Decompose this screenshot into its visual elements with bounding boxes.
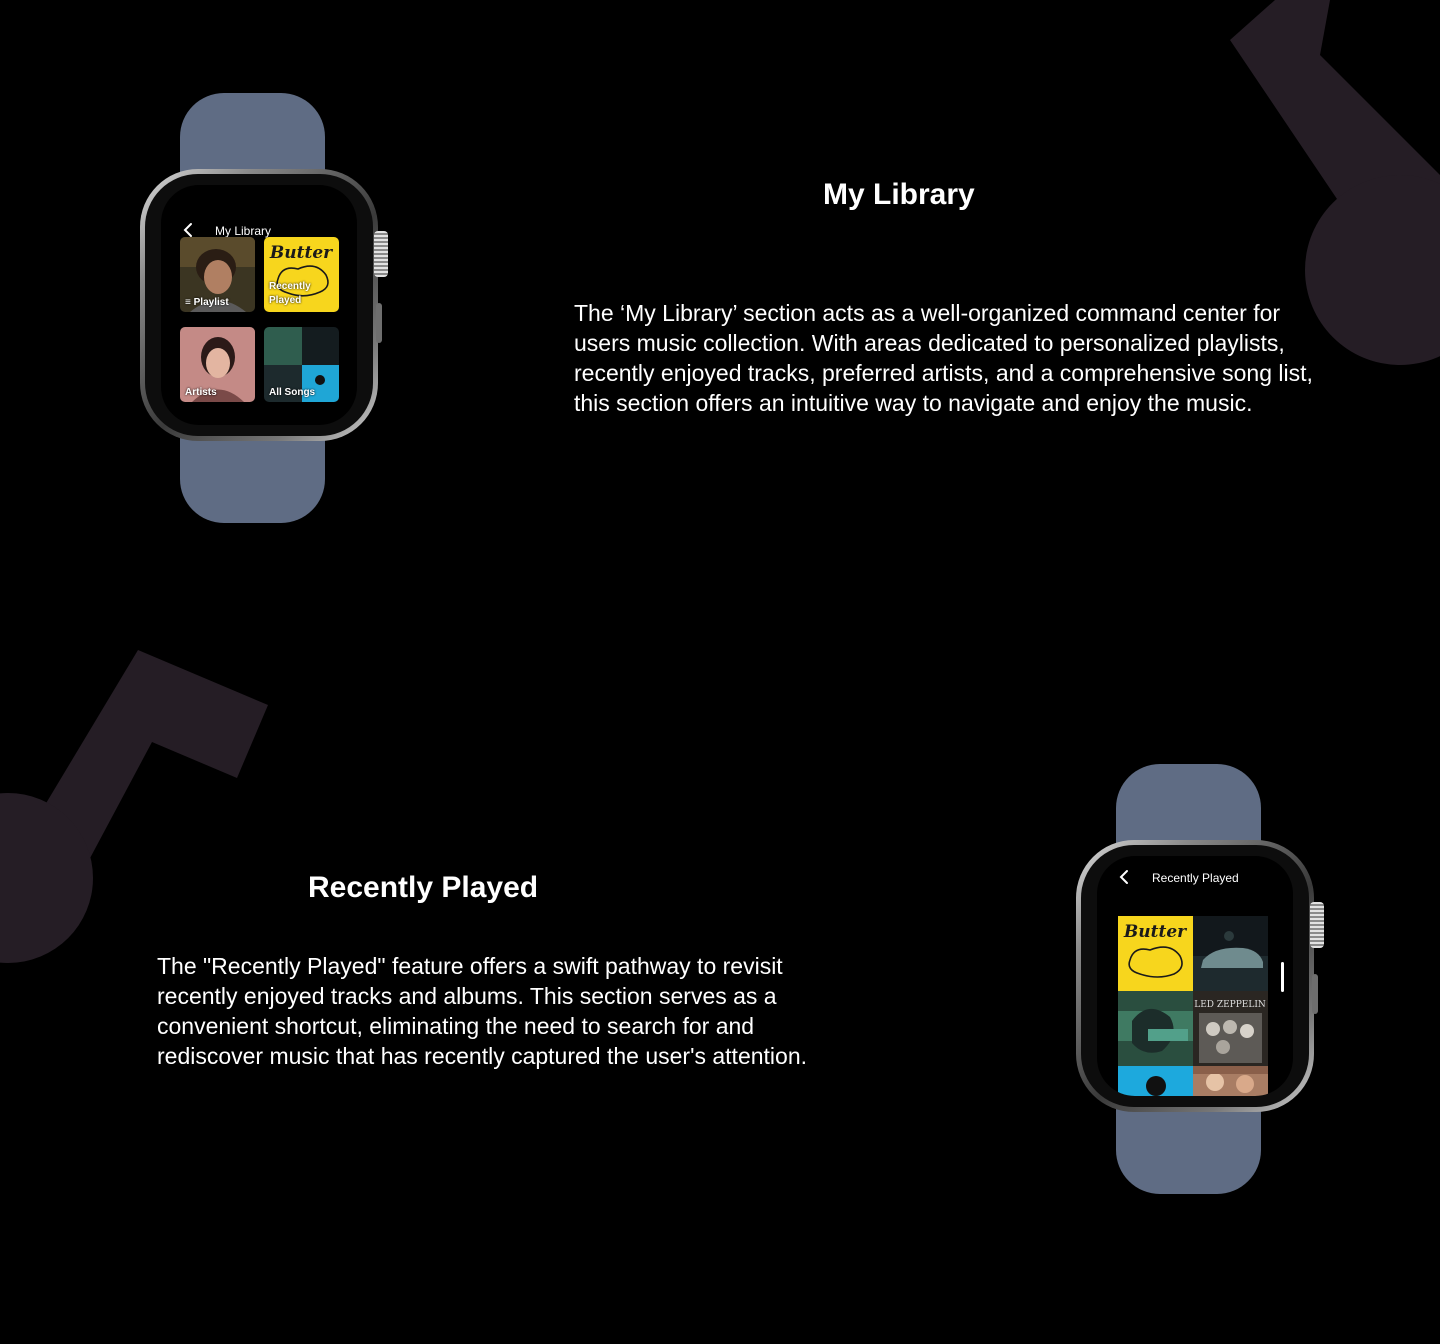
back-chevron-icon[interactable] — [1117, 868, 1131, 886]
watch-band-bottom — [180, 428, 325, 523]
description-my-library: The ‘My Library’ section acts as a well-… — [574, 300, 1313, 416]
digital-crown[interactable] — [1310, 902, 1324, 948]
description-recently-played: The "Recently Played" feature offers a s… — [157, 953, 807, 1069]
album-blue-sky[interactable] — [1118, 1066, 1193, 1096]
watch-screen: My Library ≡ Playlist Butter Recently Pl… — [161, 185, 357, 425]
butter-album-text: Butter — [269, 243, 333, 263]
tile-playlist[interactable]: ≡ Playlist — [180, 237, 255, 312]
tile-artists[interactable]: Artists — [180, 327, 255, 402]
heading-my-library: My Library — [823, 178, 975, 211]
album-portrait[interactable] — [1193, 1066, 1268, 1096]
screen-title: Recently Played — [1152, 871, 1239, 885]
zeppelin-album-text: LED ZEPPELIN — [1194, 1000, 1266, 1010]
side-button[interactable] — [1312, 974, 1318, 1014]
scrollbar[interactable] — [1281, 962, 1284, 992]
tile-recently-played[interactable]: Butter Recently Played — [264, 237, 339, 312]
playlist-icon: ≡ — [185, 297, 191, 308]
album-car-night[interactable] — [1193, 916, 1268, 991]
album-led-zeppelin[interactable]: LED ZEPPELIN — [1193, 991, 1268, 1066]
side-button[interactable] — [376, 303, 382, 343]
tile-label-playlist: Playlist — [193, 297, 229, 308]
tile-label-artists: Artists — [185, 387, 217, 398]
tile-all-songs[interactable]: All Songs — [264, 327, 339, 402]
screen-title: My Library — [215, 224, 272, 238]
screen-header: Recently Played — [1097, 868, 1293, 888]
album-teal-blur[interactable] — [1118, 991, 1193, 1066]
butter-album-text: Butter — [1123, 922, 1187, 942]
watch-screen: Recently Played Butter LED ZEPPELIN — [1097, 856, 1293, 1096]
watch-band-bottom — [1116, 1099, 1261, 1194]
tile-label-all-songs: All Songs — [269, 387, 316, 398]
album-butter[interactable]: Butter — [1118, 916, 1193, 991]
digital-crown[interactable] — [374, 231, 388, 277]
heading-recently-played: Recently Played — [308, 871, 539, 904]
tile-label-recently-played: Recently Played — [269, 281, 311, 306]
